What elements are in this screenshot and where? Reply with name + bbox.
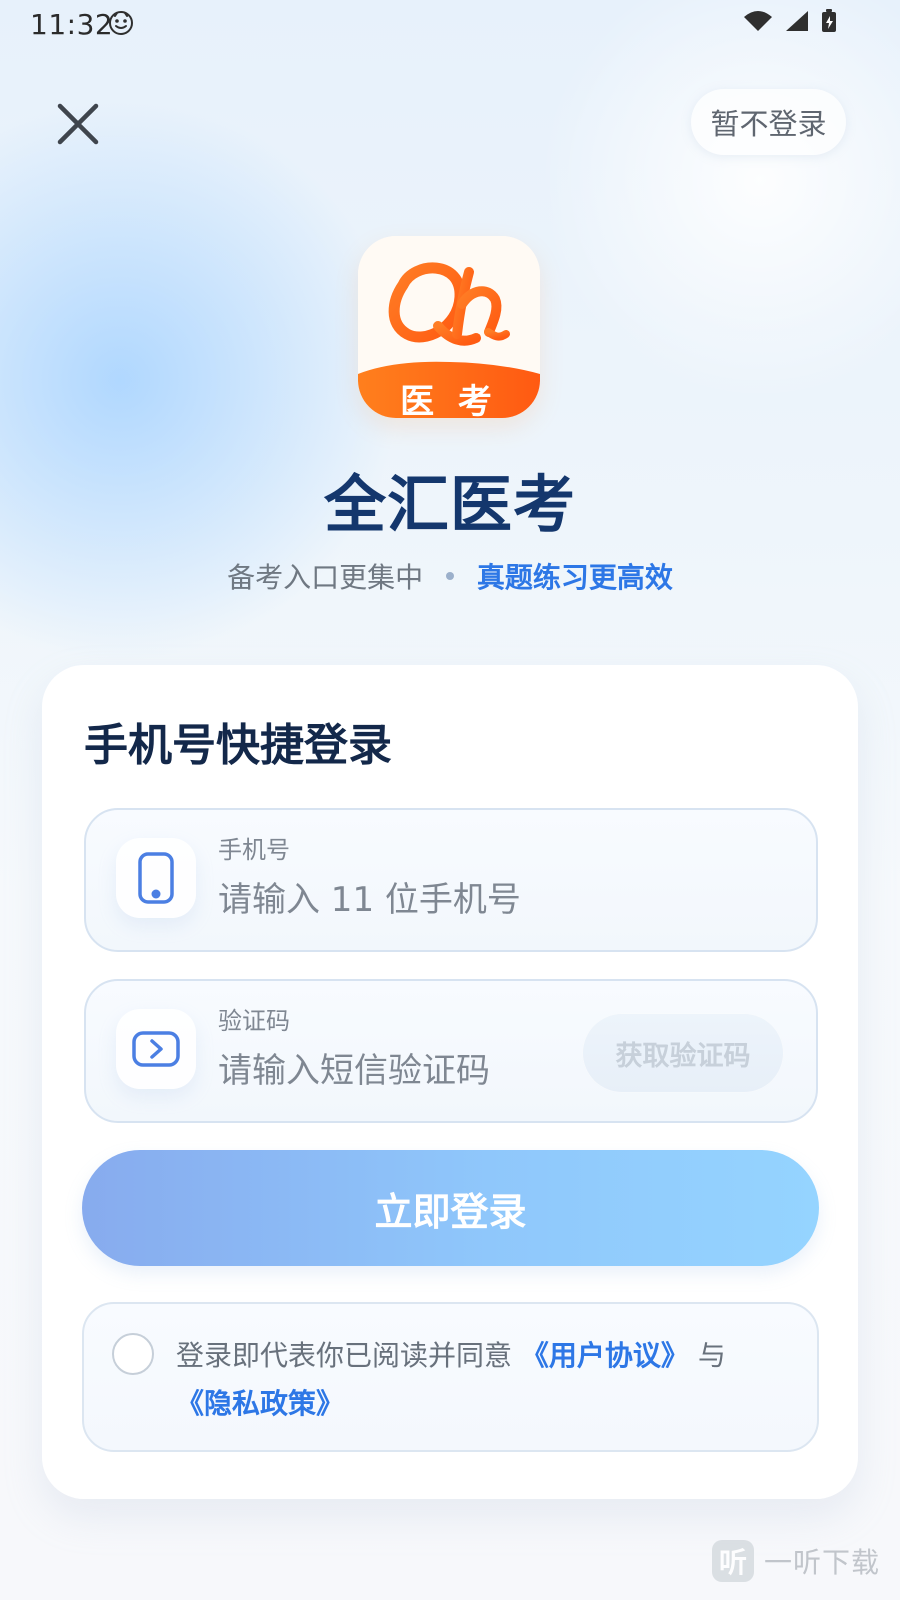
agreement-prefix: 登录即代表你已阅读并同意 <box>176 1339 513 1372</box>
watermark-badge: 听 <box>711 1540 754 1582</box>
phone-icon-wrap <box>116 838 196 918</box>
status-icons <box>742 8 838 38</box>
app-slogan: 备考入口更集中 真题练习更高效 <box>0 556 900 596</box>
close-icon <box>57 103 99 145</box>
skip-login-button[interactable]: 暂不登录 <box>691 89 846 155</box>
status-bar: 11:32 <box>0 0 900 46</box>
close-button[interactable] <box>52 98 104 150</box>
message-code-icon <box>132 1031 180 1067</box>
agreement-joiner: 与 <box>697 1339 726 1372</box>
privacy-policy-link[interactable]: 《隐私政策》 <box>176 1387 344 1420</box>
login-title: 手机号快捷登录 <box>84 720 392 771</box>
watermark: 听 一听下载 <box>711 1540 880 1582</box>
slogan-left: 备考入口更集中 <box>227 561 424 594</box>
status-time: 11:32 <box>30 8 114 41</box>
signal-icon <box>784 9 810 37</box>
code-field: 验证码 获取验证码 <box>84 979 818 1123</box>
code-label: 验证码 <box>218 1007 290 1035</box>
user-agreement-link[interactable]: 《用户协议》 <box>521 1339 689 1372</box>
phone-icon <box>138 852 174 904</box>
watermark-text: 一听下载 <box>763 1546 880 1579</box>
agreement-text: 登录即代表你已阅读并同意 《用户协议》 与 《隐私政策》 <box>176 1332 786 1428</box>
phone-field: 手机号 <box>84 808 818 952</box>
app-logo: 医 考 <box>358 236 540 418</box>
app-title: 全汇医考 <box>323 468 576 541</box>
login-card: 手机号快捷登录 手机号 验证码 获取验证码 立即登录 登录即代表你已阅读并同意 … <box>42 665 858 1499</box>
slogan-separator-dot <box>446 572 454 580</box>
agreement-checkbox[interactable] <box>112 1333 154 1375</box>
get-code-button[interactable]: 获取验证码 <box>582 1013 784 1093</box>
app-logo-badge: 医 考 <box>400 382 498 418</box>
phone-input[interactable] <box>218 874 578 926</box>
battery-icon <box>820 8 838 38</box>
login-button[interactable]: 立即登录 <box>82 1150 819 1266</box>
wifi-icon <box>742 9 774 37</box>
phone-label: 手机号 <box>218 836 290 864</box>
status-app-icon <box>108 10 134 36</box>
code-icon-wrap <box>116 1009 196 1089</box>
code-input[interactable] <box>218 1045 578 1097</box>
agreement-box: 登录即代表你已阅读并同意 《用户协议》 与 《隐私政策》 <box>82 1302 819 1452</box>
slogan-right: 真题练习更高效 <box>476 561 673 594</box>
